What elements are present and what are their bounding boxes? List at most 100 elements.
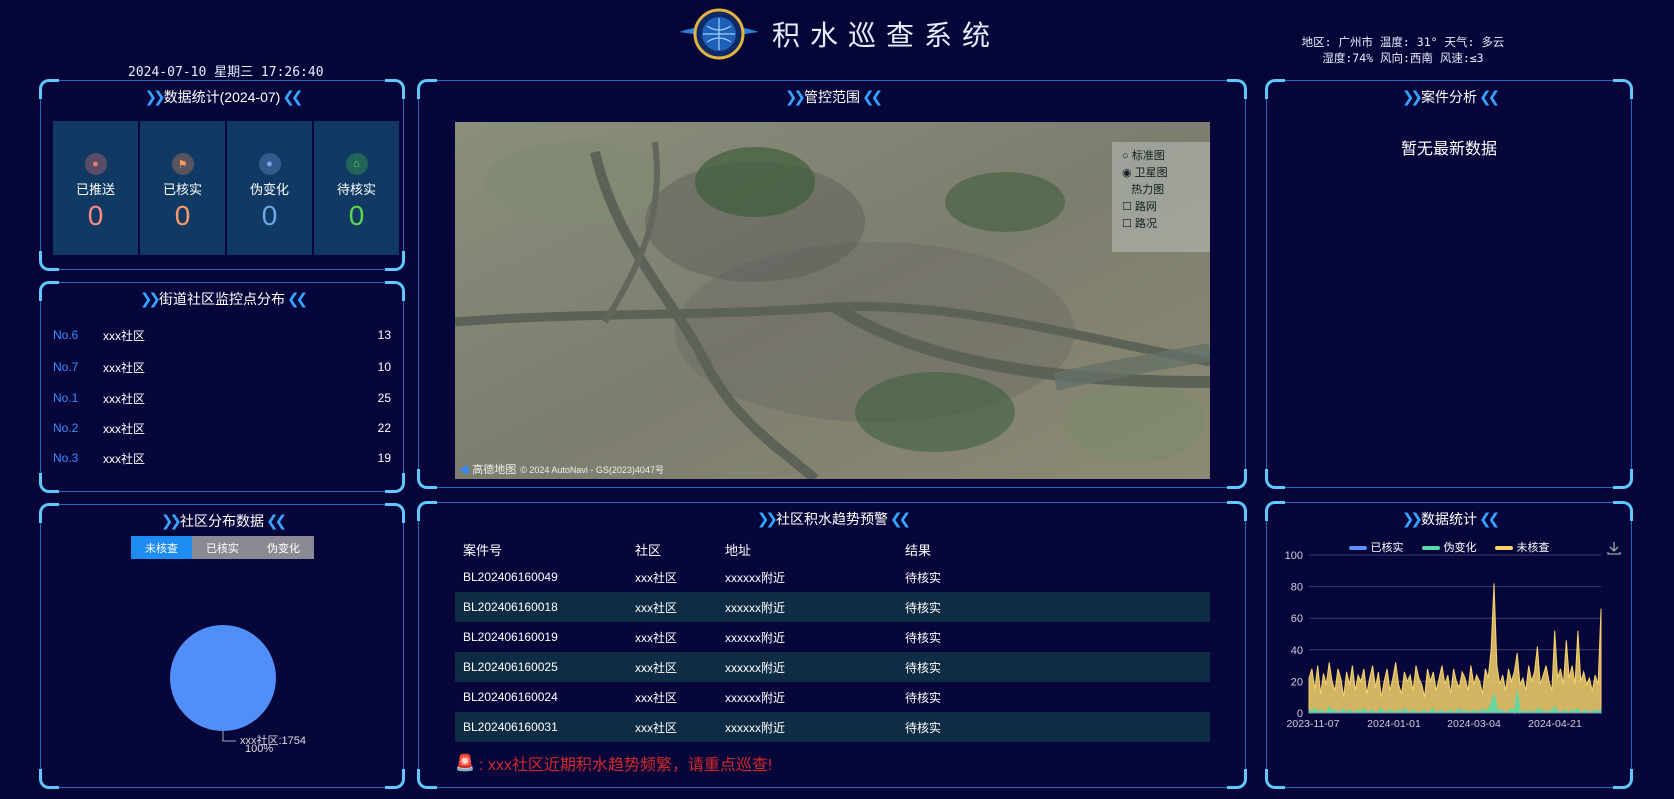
x-tick-label: 2024-03-04: [1447, 718, 1501, 730]
layer-option-satellite[interactable]: ◉ 卫星图: [1122, 165, 1200, 182]
layer-option-roadnet[interactable]: ☐ 路网: [1122, 199, 1200, 216]
list-item[interactable]: No.6 xxx社区 13: [53, 325, 391, 345]
community-count: 10: [377, 360, 391, 374]
rank-number: No.7: [53, 360, 79, 374]
column-header: 案件号: [463, 542, 503, 558]
address-cell: xxxxxx附近: [725, 690, 786, 705]
panel-title: ❯❯ 案件分析 ❮❮: [1401, 89, 1500, 106]
address-cell: xxxxxx附近: [725, 720, 786, 735]
y-tick-label: 40: [1291, 645, 1303, 657]
list-item[interactable]: No.3 xxx社区 19: [53, 448, 391, 468]
y-tick-label: 100: [1285, 550, 1303, 562]
empty-state-text: 暂无最新数据: [1400, 141, 1497, 158]
community-cell: xxx社区: [635, 570, 678, 585]
stat-label: 伪变化: [249, 182, 289, 197]
community-panel: ❯❯ 街道社区监控点分布 ❮❮ No.6 xxx社区 13 No.7 xxx社区 1…: [39, 281, 405, 493]
list-item[interactable]: No.1 xxx社区 25: [53, 388, 391, 408]
table-row[interactable]: BL202406160019 xxx社区 xxxxxx附近 待核实: [455, 622, 1210, 652]
community-count: 19: [377, 451, 391, 465]
stats-chart-panel: ❯❯ 数据统计 ❮❮ 已核实 伪变化 未核查 0 20 40 60 80 100 2023-11…: [1265, 501, 1633, 789]
community-count: 22: [377, 421, 391, 435]
layer-option-standard[interactable]: ○ 标准图: [1122, 148, 1200, 165]
stat-card-verified[interactable]: ⚑ 已核实 0: [140, 121, 225, 255]
map-attribution: ◀ 高德地图 © 2024 AutoNavi - GS(2023)4047号: [459, 461, 664, 477]
area-chart: 0204060801002023-11-07 2024-01-01 2024-03-…: [1285, 550, 1602, 730]
community-name: xxx社区: [103, 360, 146, 375]
x-tick-label: 2023-11-07: [1287, 718, 1340, 730]
community-count: 25: [377, 391, 391, 405]
app-title: 积水巡查系统: [772, 19, 1001, 52]
table-row[interactable]: BL202406160025 xxx社区 xxxxxx附近 待核实: [455, 652, 1210, 682]
stat-value: 0: [87, 200, 104, 231]
result-cell: 待核实: [905, 720, 942, 735]
navigation-arrow-icon: ◀: [459, 462, 469, 476]
map-imagery: [455, 122, 1210, 479]
alarm-text: : xxx社区近期积水趋势频繁，请重点巡查!: [478, 757, 773, 774]
stat-card-false-change[interactable]: ● 伪变化 0: [227, 121, 312, 255]
y-tick-label: 20: [1291, 676, 1303, 688]
community-cell: xxx社区: [635, 600, 678, 615]
header: 积水巡查系统 2024-07-10 星期三 17:26:40 地区: 广州市 温…: [0, 0, 1674, 80]
map-layer-control: ○ 标准图 ◉ 卫星图 热力图 ☐ 路网 ☐ 路况: [1112, 142, 1210, 252]
result-cell: 待核实: [905, 600, 942, 615]
stat-label: 待核实: [336, 182, 376, 197]
y-tick-label: 80: [1291, 582, 1303, 594]
case-id: BL202406160018: [463, 600, 558, 614]
address-cell: xxxxxx附近: [725, 660, 786, 675]
stat-card-pushed[interactable]: ● 已推送 0: [53, 121, 138, 255]
community-cell: xxx社区: [635, 660, 678, 675]
stat-value: 0: [261, 200, 278, 231]
case-analysis-panel: ❯❯ 案件分析 ❮❮ 暂无最新数据: [1265, 79, 1633, 489]
layer-option-heatmap[interactable]: 热力图: [1122, 182, 1200, 199]
panel-title: ❯❯ 管控范围 ❮❮: [784, 89, 883, 106]
result-cell: 待核实: [905, 660, 942, 675]
result-cell: 待核实: [905, 630, 942, 645]
address-cell: xxxxxx附近: [725, 630, 786, 645]
stat-value: 0: [348, 200, 365, 231]
table-row[interactable]: BL202406160024 xxx社区 xxxxxx附近 待核实: [455, 682, 1210, 712]
result-cell: 待核实: [905, 570, 942, 585]
rank-number: No.3: [53, 451, 79, 465]
map-brand: 高德地图: [472, 464, 517, 476]
y-tick-label: 60: [1291, 613, 1303, 625]
community-cell: xxx社区: [635, 720, 678, 735]
x-tick-label: 2024-04-21: [1528, 718, 1582, 730]
dashboard-root: 积水巡查系统 2024-07-10 星期三 17:26:40 地区: 广州市 温…: [0, 0, 1674, 799]
pie-percent: 100%: [245, 743, 274, 755]
stat-label: 已推送: [75, 182, 115, 197]
case-id: BL202406160019: [463, 630, 558, 644]
pie-label-line: [222, 731, 236, 742]
trend-warning-panel: ❯❯ 社区积水趋势预警 ❮❮ 案件号 社区 地址 结果 BL202406160049…: [417, 501, 1247, 789]
table-row[interactable]: BL202406160031 xxx社区 xxxxxx附近 待核实: [455, 712, 1210, 742]
table-header: 案件号 社区 地址 结果: [455, 536, 1210, 562]
address-cell: xxxxxx附近: [725, 600, 786, 615]
satellite-map[interactable]: ○ 标准图 ◉ 卫星图 热力图 ☐ 路网 ☐ 路况 ◀ 高德地图 © 2024 …: [455, 122, 1210, 479]
case-table: 案件号 社区 地址 结果 BL202406160049 xxx社区 xxxxxx…: [455, 536, 1210, 742]
datetime: 2024-07-10 星期三 17:26:40: [128, 65, 324, 80]
case-id: BL202406160024: [463, 690, 558, 704]
community-name: xxx社区: [103, 451, 146, 466]
pie-slice[interactable]: [170, 625, 276, 731]
series-area: [1308, 583, 1602, 714]
weather-line-1: 地区: 广州市 温度: 31° 天气: 多云: [1301, 35, 1505, 49]
x-tick-label: 2024-01-01: [1367, 718, 1421, 730]
panel-title: ❯❯ 数据统计(2024-07) ❮❮: [144, 89, 304, 106]
table-row[interactable]: BL202406160018 xxx社区 xxxxxx附近 待核实: [455, 592, 1210, 622]
alarm-banner: 🚨 : xxx社区近期积水趋势频繁，请重点巡查!: [455, 751, 772, 775]
column-header: 结果: [905, 542, 932, 558]
layer-option-traffic[interactable]: ☐ 路况: [1122, 216, 1200, 233]
case-id: BL202406160031: [463, 720, 558, 734]
stat-value: 0: [174, 200, 191, 231]
flag-icon: ⚑: [171, 153, 194, 175]
alarm-light-icon: 🚨: [455, 755, 475, 772]
community-name: xxx社区: [103, 421, 146, 436]
weather-line-2: 湿度:74% 风向:西南 风速:≤3: [1322, 51, 1484, 65]
column-header: 地址: [725, 542, 752, 558]
list-item[interactable]: No.7 xxx社区 10: [53, 357, 391, 377]
table-row[interactable]: BL202406160049 xxx社区 xxxxxx附近 待核实: [455, 562, 1210, 592]
stat-card-pending[interactable]: ⌂ 待核实 0: [314, 121, 399, 255]
list-item[interactable]: No.2 xxx社区 22: [53, 418, 391, 438]
pie-chart: [170, 625, 276, 742]
distribution-panel: ❯❯ 社区分布数据 ❮❮ 未核查 已核实 伪变化 xxx社区:1754 100%: [39, 503, 405, 789]
case-id: BL202406160049: [463, 570, 558, 584]
